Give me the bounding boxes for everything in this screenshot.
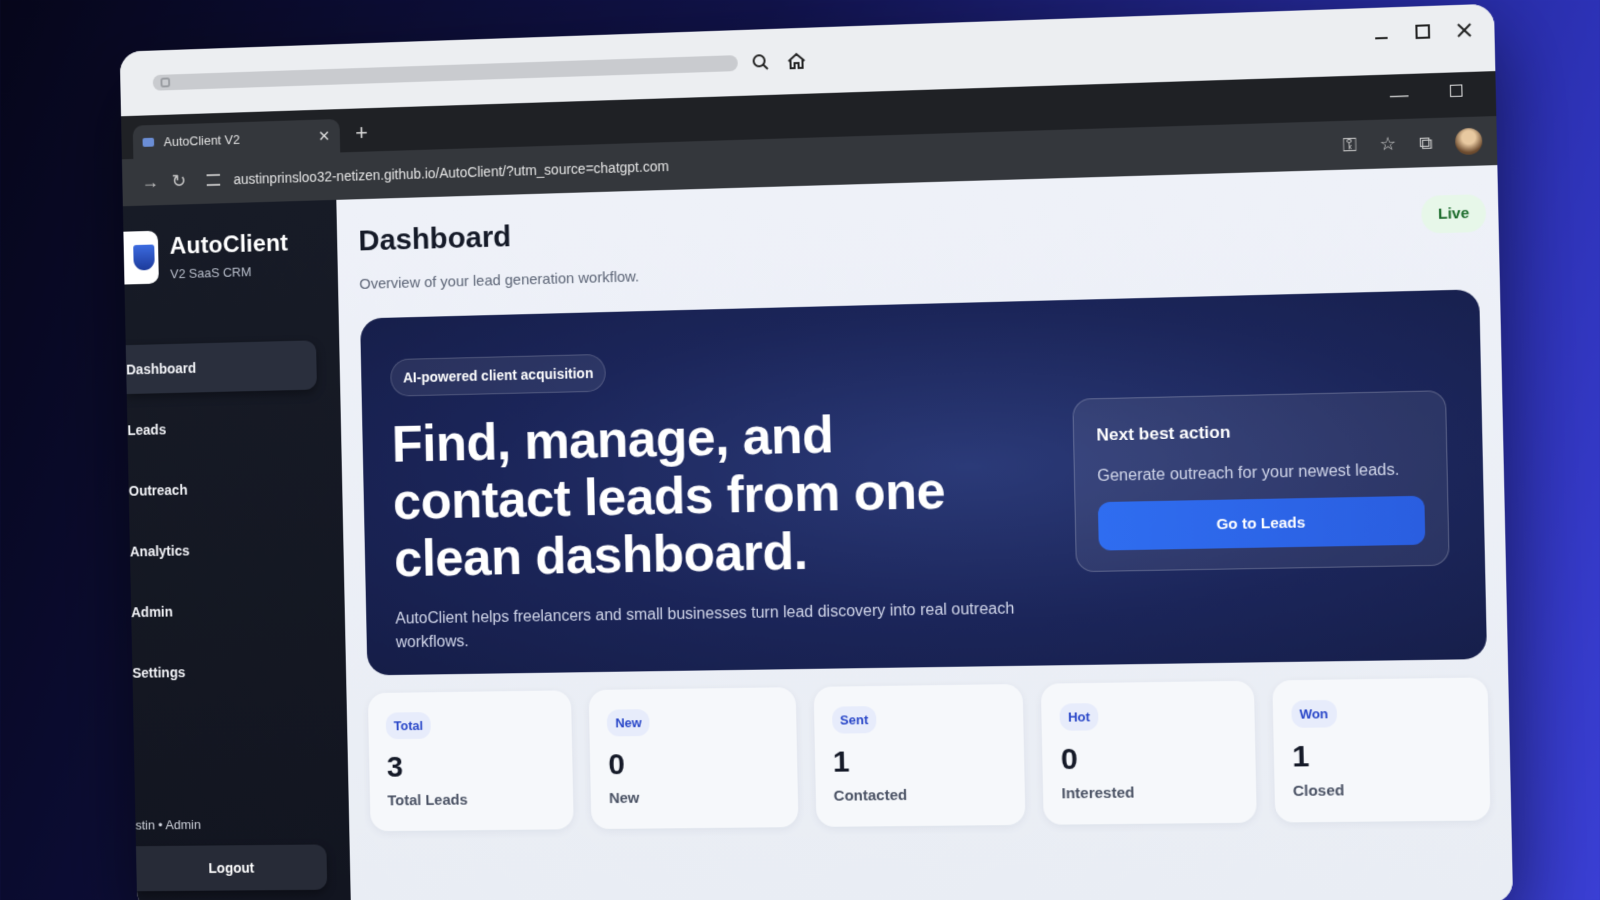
tab-title: AutoClient V2 (163, 131, 241, 149)
brand-name: AutoClient (169, 229, 289, 260)
stat-label: Total Leads (387, 791, 468, 810)
stat-label: Contacted (833, 786, 908, 805)
maximize-icon[interactable] (1411, 20, 1434, 43)
stat-label: Interested (1061, 784, 1135, 803)
browser-tab[interactable]: AutoClient V2 ✕ (132, 118, 341, 159)
stat-card-sent: Sent 1 Contacted (813, 683, 1026, 827)
forward-icon[interactable]: → (136, 171, 165, 192)
stat-card-hot: Hot 0 Interested (1040, 680, 1257, 825)
sidebar-nav: Dashboard Leads Outreach Analytics Admin… (125, 340, 347, 698)
stat-value: 1 (832, 745, 850, 779)
sidebar-item-leads[interactable]: Leads (127, 401, 342, 455)
shield-logo-icon (123, 230, 159, 285)
status-badge: Live (1421, 194, 1487, 234)
stat-badge: Won (1290, 699, 1337, 728)
sidebar-item-admin[interactable]: Admin (131, 584, 346, 637)
stat-value: 0 (607, 748, 626, 782)
next-action-card: Next best action Generate outreach for y… (1072, 390, 1450, 573)
next-action-title: Next best action (1096, 422, 1231, 445)
sidebar-item-outreach[interactable]: Outreach (128, 462, 343, 516)
stat-card-total: Total 3 Total Leads (367, 690, 575, 832)
browser-window: AutoClient V2 ✕ + — → ↻ austinprinsloo32… (119, 3, 1514, 900)
stat-value: 1 (1291, 739, 1310, 774)
window-restore-icon[interactable] (1449, 84, 1463, 98)
tab-close-icon[interactable]: ✕ (318, 127, 331, 145)
hero-description: AutoClient helps freelancers and small b… (395, 600, 1015, 652)
brand-subtitle: V2 SaaS CRM (170, 263, 252, 281)
hero-title: Find, manage, and contact leads from one… (391, 406, 946, 589)
tab-favicon-icon (142, 137, 155, 147)
key-icon[interactable]: ⚿ (1342, 134, 1357, 156)
star-icon[interactable]: ☆ (1379, 133, 1396, 155)
site-icon (160, 77, 171, 88)
hero-pill: AI-powered client acquisition (390, 353, 607, 397)
site-settings-icon[interactable] (206, 173, 221, 187)
stat-label: Closed (1292, 782, 1345, 801)
new-tab-icon[interactable]: + (355, 120, 368, 146)
home-icon[interactable] (783, 48, 809, 75)
sidebar-item-dashboard[interactable]: Dashboard (125, 340, 317, 395)
url-bar[interactable]: austinprinsloo32-netizen.github.io/AutoC… (193, 149, 683, 198)
brand: AutoClient V2 SaaS CRM (123, 225, 338, 285)
sidebar-item-settings[interactable]: Settings (132, 645, 347, 697)
reload-icon[interactable]: ↻ (164, 170, 193, 191)
stat-value: 3 (386, 750, 404, 784)
profile-avatar[interactable] (1454, 127, 1483, 156)
stat-label: New (608, 789, 640, 808)
close-icon[interactable] (1453, 19, 1476, 42)
app: AutoClient V2 SaaS CRM Dashboard Leads O… (122, 165, 1514, 900)
search-icon[interactable] (747, 49, 773, 76)
hero-banner: AI-powered client acquisition Find, mana… (360, 289, 1488, 676)
next-action-text: Generate outreach for your newest leads. (1097, 461, 1400, 485)
stat-card-won: Won 1 Closed (1271, 677, 1491, 823)
stat-badge: Total (385, 712, 432, 740)
page-title: Dashboard (358, 220, 512, 258)
main-content: Dashboard Overview of your lead generati… (336, 165, 1514, 900)
logout-button[interactable]: Logout (135, 844, 328, 892)
window-minimize-icon[interactable]: — (1390, 84, 1409, 106)
go-to-leads-button[interactable]: Go to Leads (1097, 495, 1426, 551)
extensions-icon[interactable]: ⧉ (1419, 132, 1433, 154)
sidebar-item-analytics[interactable]: Analytics (129, 523, 344, 576)
stat-badge: New (607, 709, 650, 737)
os-address-bar[interactable] (152, 55, 738, 91)
minimize-icon[interactable] (1370, 21, 1393, 44)
url-text: austinprinsloo32-netizen.github.io/AutoC… (233, 158, 669, 188)
sidebar: AutoClient V2 SaaS CRM Dashboard Leads O… (122, 199, 351, 900)
stat-badge: Hot (1059, 703, 1099, 731)
stat-value: 0 (1060, 742, 1079, 777)
stat-card-new: New 0 New (589, 687, 799, 830)
stat-badge: Sent (831, 706, 877, 734)
stats-row: Total 3 Total Leads New 0 New Sent 1 Con… (367, 677, 1491, 832)
user-info: stin • Admin (135, 817, 201, 833)
